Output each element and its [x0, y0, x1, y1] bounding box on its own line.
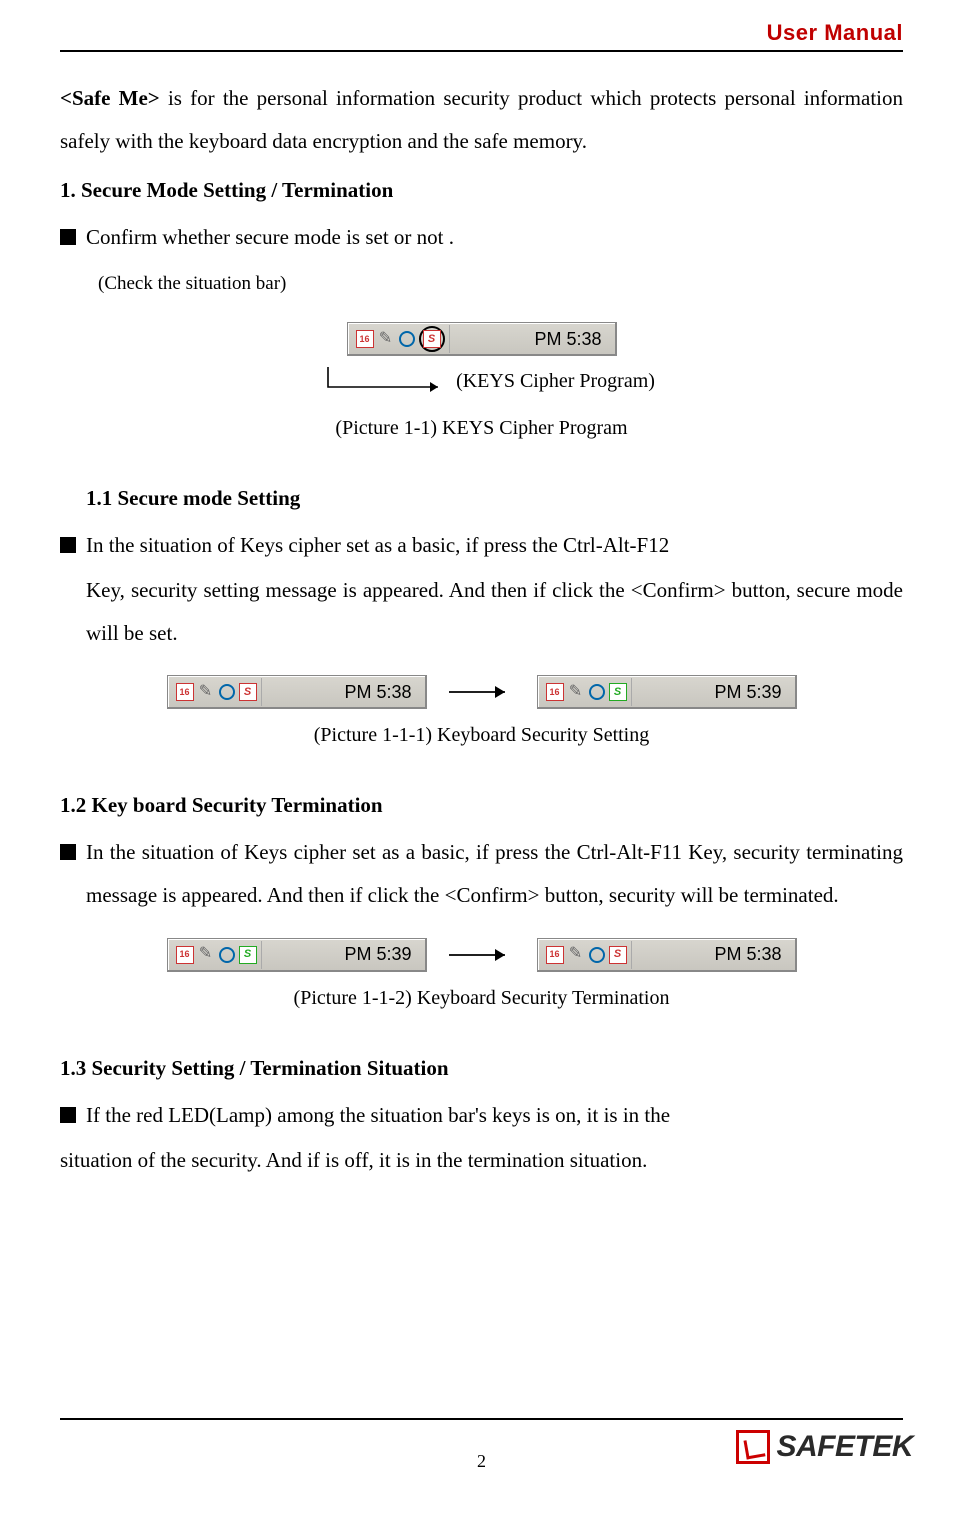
- page-content: <Safe Me> is for the personal informatio…: [60, 77, 903, 1388]
- sec1-bullet-row: Confirm whether secure mode is set or no…: [60, 216, 903, 259]
- section-1-1-heading: 1.1 Secure mode Setting: [86, 477, 903, 520]
- keys-cipher-s-active-icon: S: [609, 683, 627, 701]
- calendar-icon: 16: [176, 683, 194, 701]
- square-bullet-icon: [60, 844, 76, 860]
- pen-icon: ✎: [567, 946, 585, 964]
- keys-cipher-s-icon: S: [609, 946, 627, 964]
- callout-arrow-icon: [308, 367, 448, 397]
- calendar-icon: 16: [546, 683, 564, 701]
- sec13-bullet-row: If the red LED(Lamp) among the situation…: [60, 1094, 903, 1137]
- keys-cipher-s-active-icon: S: [239, 946, 257, 964]
- square-bullet-icon: [60, 1107, 76, 1123]
- keys-cipher-s-icon: S: [423, 330, 441, 348]
- section-1-2-heading: 1.2 Key board Security Termination: [60, 784, 903, 827]
- taskbar-time-right: PM 5:39: [632, 674, 792, 711]
- keys-cipher-highlight-icon: S: [419, 326, 445, 352]
- figure-1-1-2-label: (Picture 1-1-2) Keyboard Security Termin…: [60, 978, 903, 1019]
- tray-icons: 16 ✎ S: [172, 941, 262, 969]
- blue-circle-icon: [218, 946, 236, 964]
- callout-text: (KEYS Cipher Program): [456, 361, 655, 402]
- sec11-bullet-row: In the situation of Keys cipher set as a…: [60, 524, 903, 567]
- safetek-logo: SAFETEK: [736, 1430, 913, 1464]
- arrow-right-icon: [447, 682, 517, 702]
- taskbar-time-left: PM 5:39: [262, 936, 422, 973]
- calendar-icon: 16: [176, 946, 194, 964]
- square-bullet-icon: [60, 229, 76, 245]
- pen-icon: ✎: [377, 330, 395, 348]
- intro-bold: <Safe Me>: [60, 86, 160, 110]
- calendar-icon: 16: [546, 946, 564, 964]
- blue-circle-icon: [218, 683, 236, 701]
- section-1-3-heading: 1.3 Security Setting / Termination Situa…: [60, 1047, 903, 1090]
- intro-paragraph: <Safe Me> is for the personal informatio…: [60, 77, 903, 163]
- blue-circle-icon: [588, 946, 606, 964]
- taskbar-mock: 16 ✎ S PM 5:38: [347, 322, 617, 356]
- tray-icons: 16 ✎ S: [542, 678, 632, 706]
- sec12-bullet-text: In the situation of Keys cipher set as a…: [86, 831, 903, 917]
- taskbar-time-left: PM 5:38: [262, 674, 422, 711]
- figure-1-1-1-label: (Picture 1-1-1) Keyboard Security Settin…: [60, 715, 903, 756]
- page-footer: 2 SAFETEK: [60, 1418, 903, 1488]
- sec11-paragraph: Key, security setting message is appeare…: [86, 569, 903, 655]
- page-number: 2: [477, 1451, 486, 1472]
- figure-1-1-2: 16 ✎ S PM 5:39 16 ✎ S PM 5:38: [60, 938, 903, 972]
- sec1-bullet-text: Confirm whether secure mode is set or no…: [86, 216, 903, 259]
- taskbar-after: 16 ✎ S PM 5:38: [537, 938, 797, 972]
- pen-icon: ✎: [197, 683, 215, 701]
- tray-icons: 16 ✎ S: [542, 941, 632, 969]
- blue-circle-icon: [588, 683, 606, 701]
- safetek-logo-text: SAFETEK: [776, 1430, 913, 1464]
- taskbar-time: PM 5:38: [450, 321, 612, 358]
- intro-rest: is for the personal information security…: [60, 86, 903, 153]
- tray-icons: 16 ✎ S: [172, 678, 262, 706]
- blue-circle-icon: [398, 330, 416, 348]
- section-1-heading: 1. Secure Mode Setting / Termination: [60, 169, 903, 212]
- square-bullet-icon: [60, 537, 76, 553]
- tray-icons: 16 ✎ S: [352, 325, 450, 353]
- callout-row: (KEYS Cipher Program): [60, 361, 903, 402]
- safetek-logo-mark-icon: [736, 1430, 770, 1464]
- pen-icon: ✎: [197, 946, 215, 964]
- taskbar-after: 16 ✎ S PM 5:39: [537, 675, 797, 709]
- taskbar-time-right: PM 5:38: [632, 936, 792, 973]
- figure-1-1: 16 ✎ S PM 5:38: [60, 314, 903, 357]
- keys-cipher-s-icon: S: [239, 683, 257, 701]
- figure-1-1-1: 16 ✎ S PM 5:38 16 ✎ S PM 5:39: [60, 675, 903, 709]
- sec13-bullet-line1: If the red LED(Lamp) among the situation…: [86, 1094, 903, 1137]
- pen-icon: ✎: [567, 683, 585, 701]
- sec11-bullet-line1: In the situation of Keys cipher set as a…: [86, 524, 903, 567]
- calendar-icon: 16: [356, 330, 374, 348]
- sec13-paragraph: situation of the security. And if is off…: [60, 1139, 903, 1182]
- page-header: User Manual: [60, 20, 903, 52]
- sec12-bullet-row: In the situation of Keys cipher set as a…: [60, 831, 903, 917]
- sec1-check-note: (Check the situation bar): [98, 265, 903, 304]
- header-title: User Manual: [767, 20, 903, 45]
- arrow-right-icon: [447, 945, 517, 965]
- figure-1-1-label: (Picture 1-1) KEYS Cipher Program: [60, 408, 903, 449]
- taskbar-before: 16 ✎ S PM 5:39: [167, 938, 427, 972]
- taskbar-before: 16 ✎ S PM 5:38: [167, 675, 427, 709]
